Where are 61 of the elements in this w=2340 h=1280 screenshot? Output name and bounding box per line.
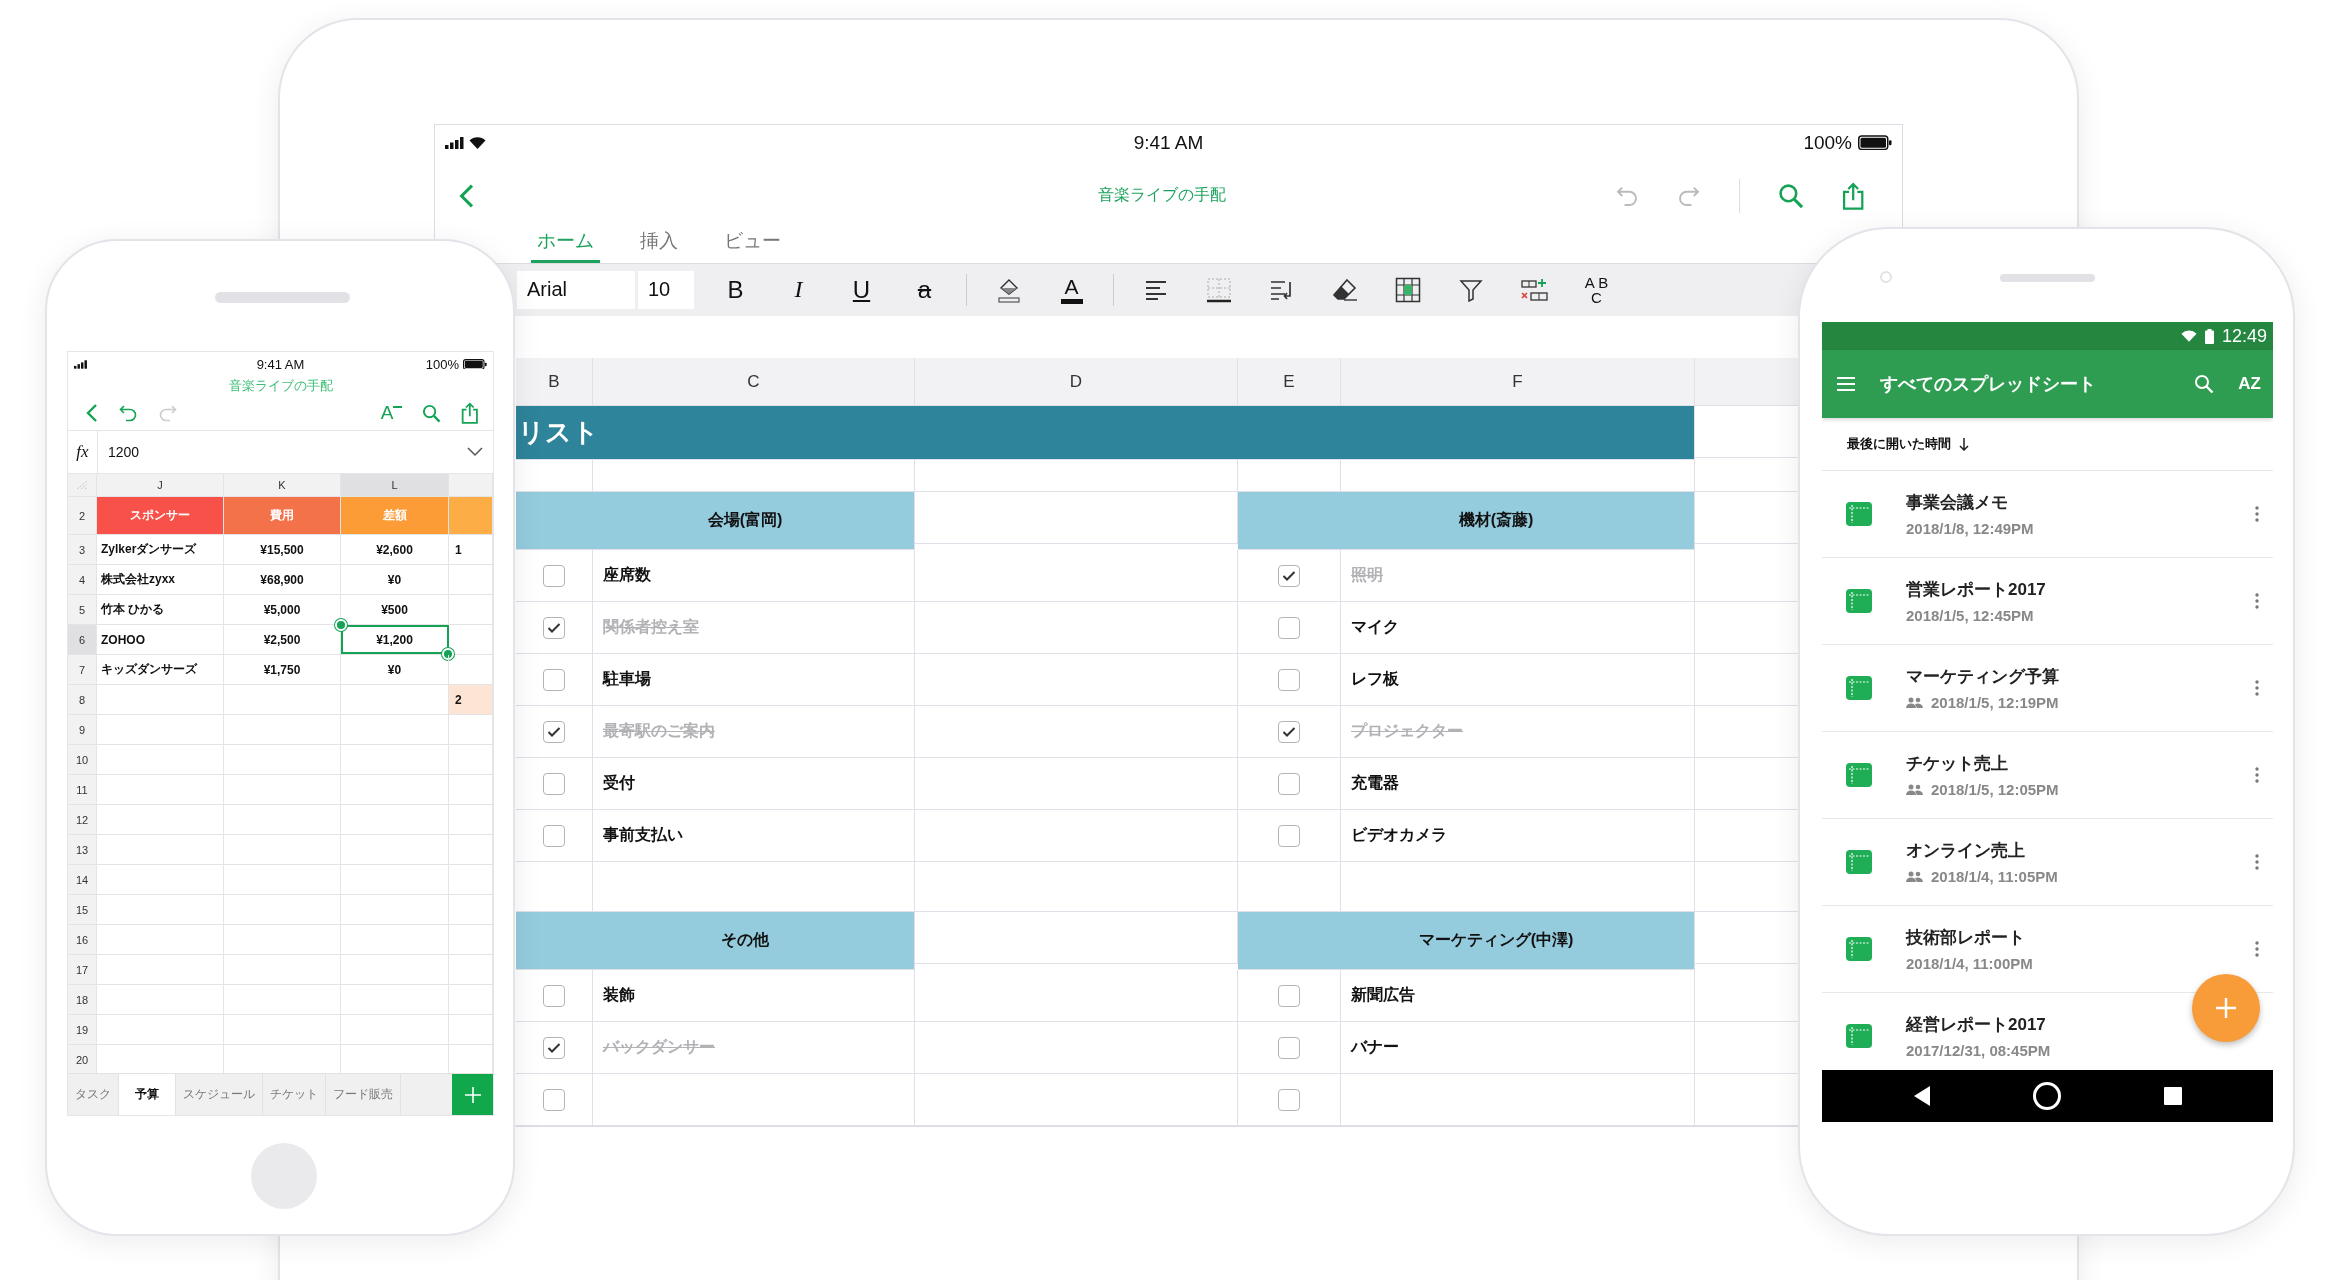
status-time: 9:41 AM	[1133, 131, 1204, 154]
file-name: 事業会議メモ	[1906, 492, 2009, 514]
task-label: 装飾	[593, 970, 915, 1022]
file-name: オンライン売上	[1906, 840, 2026, 862]
status-time: 12:49	[2221, 325, 2267, 347]
task-label: 最寄駅のご案内	[593, 706, 915, 758]
table-cell: ¥1,750	[224, 655, 341, 684]
document-title: 音楽ライブの手配	[228, 378, 333, 393]
file-name: マーケティング予算	[1906, 666, 2060, 688]
file-date: 2018/1/5, 12:19PM	[1931, 694, 2059, 711]
section-header: 会場(富岡)	[516, 492, 915, 550]
task-label: 充電器	[1341, 758, 1695, 810]
file-date: 2018/1/5, 12:05PM	[1931, 781, 2059, 798]
file-date: 2018/1/5, 12:45PM	[1906, 607, 2034, 624]
section-header: マーケティング(中澤)	[1238, 912, 1695, 970]
table-cell: 株式会社zyxx	[97, 565, 224, 594]
task-label: 駐車場	[593, 654, 915, 706]
task-label: プロジェクター	[1341, 706, 1695, 758]
task-label: 座席数	[593, 550, 915, 602]
table-cell: 2	[449, 685, 493, 714]
task-label: 受付	[593, 758, 915, 810]
file-name: 営業レポート2017	[1906, 579, 2047, 601]
section-header: その他	[516, 912, 915, 970]
table-cell: ¥0	[341, 655, 449, 684]
file-date: 2018/1/4, 11:00PM	[1906, 955, 2033, 972]
header-cell: 差額	[341, 497, 449, 534]
table-cell: ZOHOO	[97, 625, 224, 654]
task-label: レフ板	[1341, 654, 1695, 706]
header-cell: 費用	[224, 497, 341, 534]
document-title: 音楽ライブの手配	[1097, 185, 1226, 206]
formula-label: fx	[76, 442, 89, 462]
table-cell: ¥15,500	[224, 535, 341, 564]
table-cell: ¥0	[341, 565, 449, 594]
table-cell: 1	[449, 535, 493, 564]
battery-percent: 100%	[1803, 131, 1852, 154]
file-date: 2017/12/31, 08:45PM	[1906, 1042, 2051, 1059]
header-cell: スポンサー	[97, 497, 224, 534]
task-label: 関係者控え室	[593, 602, 915, 654]
task-label: 事前支払い	[593, 810, 915, 862]
app-bar-title: すべてのスプレッドシート	[1880, 373, 2097, 396]
task-label: 新聞広告	[1341, 970, 1695, 1022]
file-name: チケット売上	[1906, 753, 2009, 775]
file-date: 2018/1/4, 11:05PM	[1931, 868, 2058, 885]
table-cell: Zylkerダンサーズ	[97, 535, 224, 564]
task-label: バナー	[1341, 1022, 1695, 1074]
task-label: 照明	[1341, 550, 1695, 602]
file-name: 技術部レポート	[1906, 927, 2026, 949]
table-cell: ¥2,600	[341, 535, 449, 564]
section-header: 機材(斎藤)	[1238, 492, 1695, 550]
task-label: バックダンサー	[593, 1022, 915, 1074]
table-cell: 竹本 ひかる	[97, 595, 224, 624]
file-date: 2018/1/8, 12:49PM	[1906, 520, 2034, 537]
task-label: ビデオカメラ	[1341, 810, 1695, 862]
status-time: 9:41 AM	[256, 356, 305, 372]
selected-cell: ¥1,200	[341, 625, 449, 654]
task-label: マイク	[1341, 602, 1695, 654]
table-cell: ¥68,900	[224, 565, 341, 594]
file-name: 経営レポート2017	[1906, 1014, 2047, 1036]
battery-percent: 100%	[425, 356, 459, 372]
sheet-title: リスト	[516, 406, 1695, 460]
table-cell: キッズダンサーズ	[97, 655, 224, 684]
